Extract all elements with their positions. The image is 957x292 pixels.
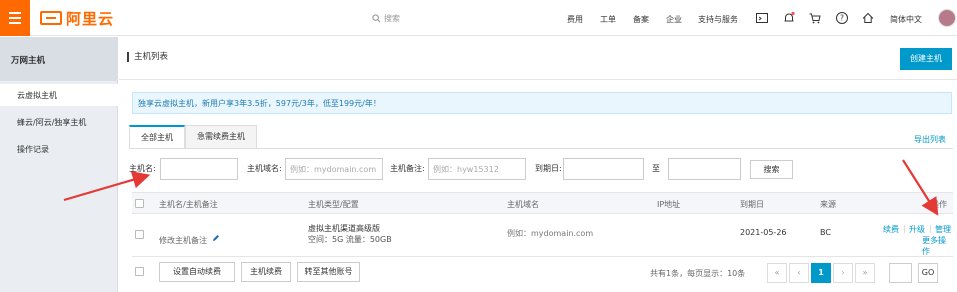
more-actions-link[interactable]: 更多操作	[922, 235, 953, 257]
bell-icon[interactable]	[782, 11, 796, 25]
host-config: 空间：5G 流量：50GB	[308, 235, 392, 244]
export-list-link[interactable]: 导出列表	[914, 134, 946, 145]
host-type: 虚拟主机渠道高级版	[308, 224, 380, 233]
host-source: BC	[820, 228, 831, 237]
search-box[interactable]: 搜索	[372, 13, 400, 24]
avatar[interactable]	[938, 9, 956, 27]
host-expiry: 2021-05-26	[740, 228, 787, 237]
domain-input[interactable]	[285, 158, 383, 180]
manage-link[interactable]: 管理	[935, 224, 951, 235]
search-icon	[372, 14, 381, 23]
expiry-label: 到期日:	[535, 164, 562, 173]
prev-page-button[interactable]: ‹	[789, 263, 809, 283]
go-page-input[interactable]	[889, 263, 912, 283]
language-switch[interactable]: 简体中文	[890, 14, 922, 25]
search-button[interactable]: 搜索	[750, 160, 793, 179]
col-source: 来源	[820, 200, 836, 209]
nav-enterprise[interactable]: 企业	[666, 14, 682, 25]
host-renew-button[interactable]: 主机续费	[241, 262, 291, 282]
last-page-button[interactable]: »	[855, 263, 875, 283]
sidebar: 万网主机 云虚拟主机 蜂云/阿云/独享主机 操作记录	[0, 37, 118, 292]
tab-renewal-needed[interactable]: 急需续费主机	[185, 125, 257, 149]
upgrade-link[interactable]: 升级	[909, 224, 925, 235]
expiry-end-input[interactable]	[668, 158, 741, 180]
home-icon[interactable]	[861, 11, 875, 25]
col-ip: IP地址	[657, 200, 681, 209]
table-footer: 设置自动续费 主机续费 转至其他账号 共有1条，每页显示：10条 « ‹ 1 ›…	[132, 258, 953, 286]
host-domain: 例如：mydomain.com	[507, 229, 594, 238]
col-host-name: 主机名/主机备注	[159, 200, 218, 209]
cart-icon[interactable]	[808, 11, 822, 25]
col-actions: 操作	[931, 200, 947, 209]
footer-checkbox[interactable]	[135, 267, 144, 276]
transfer-account-button[interactable]: 转至其他账号	[297, 262, 360, 282]
page-title: 主机列表	[127, 52, 168, 62]
logo-text: 阿里云	[66, 9, 115, 28]
to-label: 至	[652, 164, 660, 173]
nav-billing[interactable]: 费用	[567, 14, 583, 25]
expiry-start-input[interactable]	[563, 158, 644, 180]
tab-divider	[129, 148, 953, 149]
select-all-checkbox[interactable]	[135, 199, 144, 208]
menu-icon	[9, 12, 21, 14]
remark-input[interactable]	[428, 158, 526, 180]
logo-icon	[40, 11, 62, 25]
sidebar-title: 万网主机	[0, 37, 118, 81]
edit-remark-link[interactable]: 修改主机备注	[159, 235, 207, 246]
create-host-button[interactable]: 创建主机	[900, 48, 952, 70]
col-expiry: 到期日	[740, 200, 764, 209]
auto-renew-button[interactable]: 设置自动续费	[159, 262, 235, 282]
sidebar-item-dedicated-host[interactable]: 蜂云/阿云/独享主机	[17, 117, 86, 128]
renew-link[interactable]: 续费	[883, 224, 899, 235]
sidebar-item-operation-log[interactable]: 操作记录	[17, 144, 49, 155]
host-name-label: 主机名:	[129, 164, 156, 173]
first-page-button[interactable]: «	[767, 263, 787, 283]
tab-all-hosts[interactable]: 全部主机	[129, 125, 185, 149]
page-1-button[interactable]: 1	[811, 263, 831, 283]
nav-support[interactable]: 支持与服务	[698, 14, 738, 25]
go-button[interactable]: GO	[918, 263, 938, 283]
menu-button[interactable]	[0, 0, 30, 36]
main-content: 主机列表 创建主机 独享云虚拟主机，新用户享3年3.5折，597元/3年，低至1…	[119, 37, 957, 292]
sidebar-item-virtual-host[interactable]: 云虚拟主机	[0, 84, 118, 106]
divider	[119, 79, 957, 80]
next-page-button[interactable]: ›	[833, 263, 853, 283]
host-name-input[interactable]	[160, 158, 238, 180]
col-host-type: 主机类型/配置	[308, 200, 359, 209]
remark-label: 主机备注:	[390, 164, 425, 173]
logo[interactable]: 阿里云	[40, 9, 115, 28]
nav-tickets[interactable]: 工单	[600, 14, 616, 25]
table-row: 修改主机备注 虚拟主机渠道高级版 空间：5G 流量：50GB 例如：mydoma…	[132, 215, 953, 257]
top-bar: 阿里云 搜索 费用 工单 备案 企业 支持与服务 ? 简体中文	[0, 0, 957, 36]
help-icon[interactable]: ?	[835, 11, 849, 25]
page-summary: 共有1条，每页显示：10条	[650, 269, 746, 278]
promo-notice[interactable]: 独享云虚拟主机，新用户享3年3.5折，597元/3年，低至199元/年！	[132, 92, 952, 114]
search-placeholder: 搜索	[384, 14, 400, 23]
terminal-icon[interactable]	[755, 11, 769, 25]
domain-label: 主机域名:	[247, 164, 282, 173]
pencil-icon[interactable]	[212, 234, 220, 242]
row-checkbox[interactable]	[135, 230, 144, 239]
col-domain: 主机域名	[507, 200, 539, 209]
table-header: 主机名/主机备注 主机类型/配置 主机域名 IP地址 到期日 来源 操作	[132, 192, 953, 214]
svg-text:?: ?	[840, 14, 844, 23]
nav-icp[interactable]: 备案	[633, 14, 649, 25]
